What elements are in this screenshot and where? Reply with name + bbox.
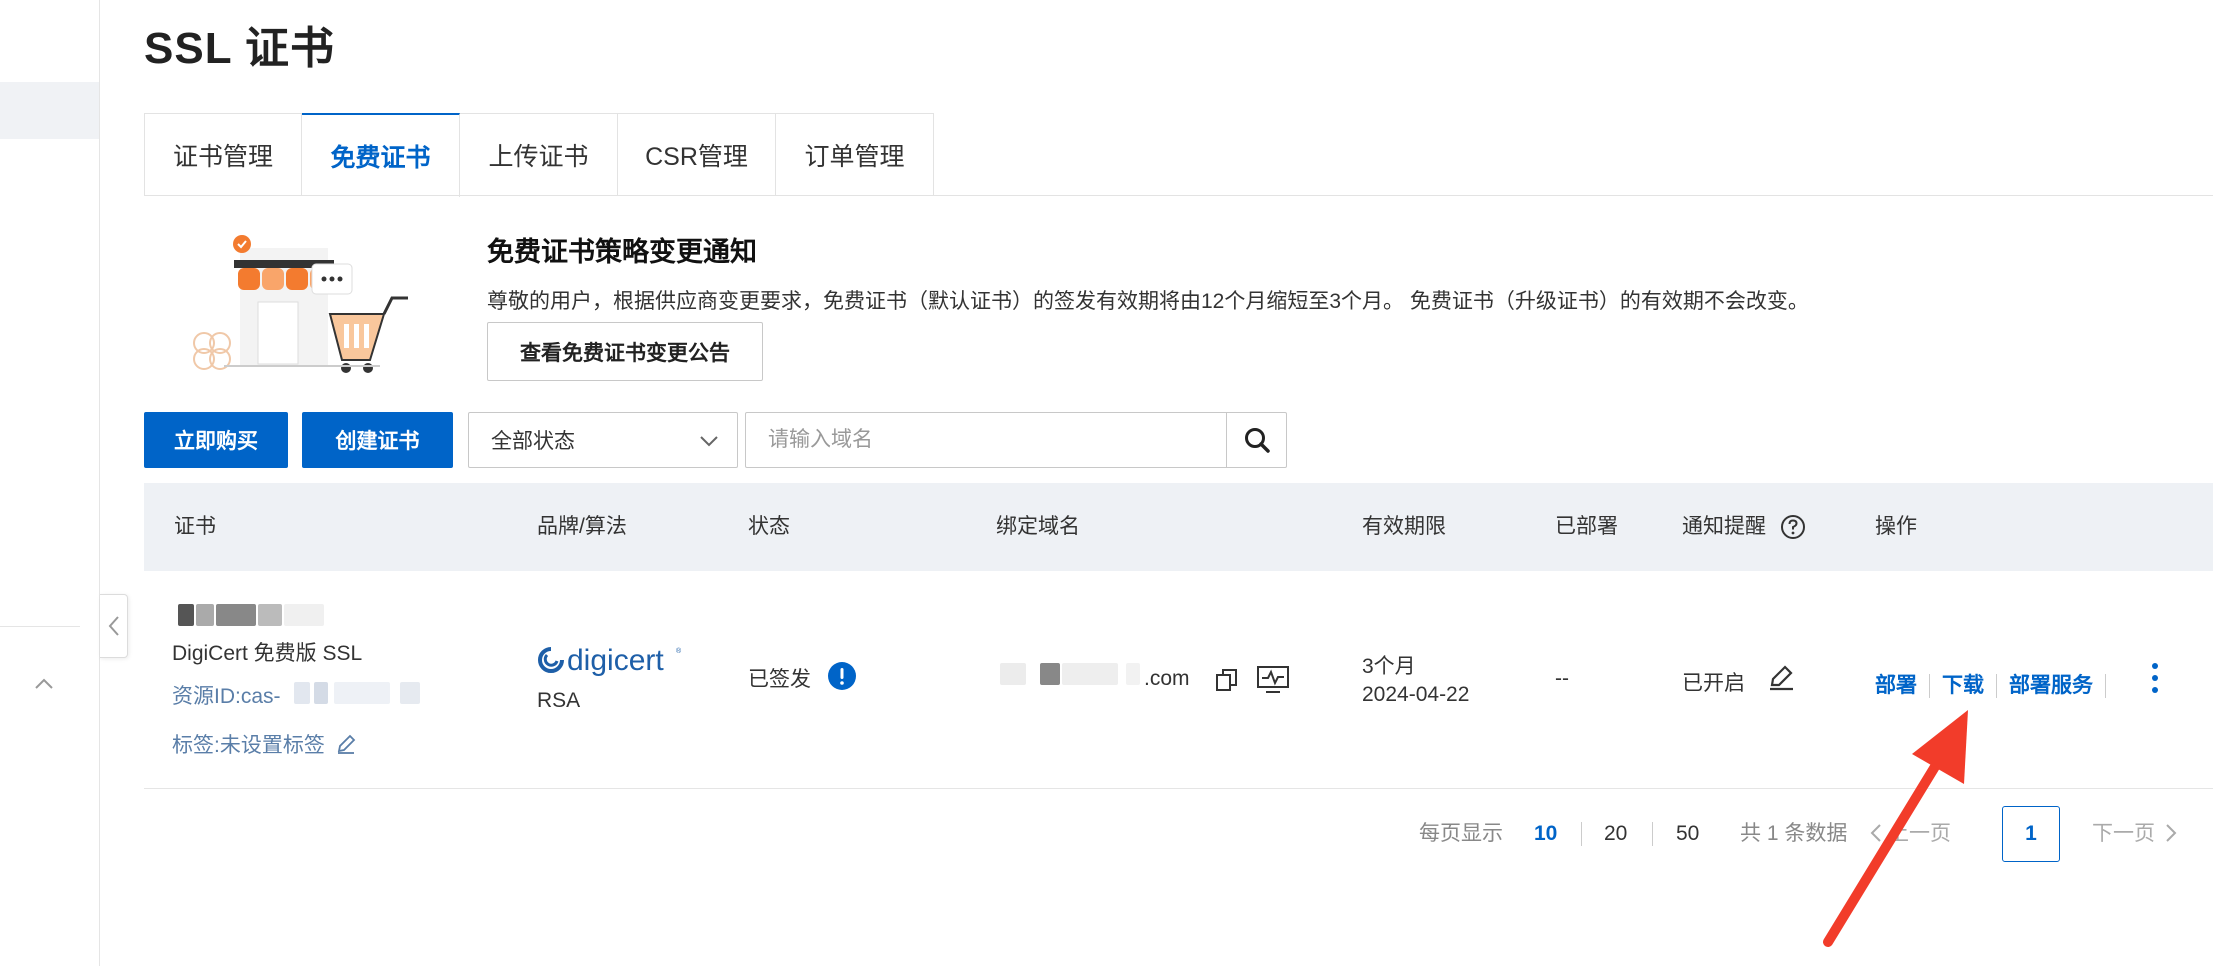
redacted-cert-name [258,604,282,626]
notify-status: 已开启 [1682,672,1745,695]
table-row: DigiCert 免费版 SSL 资源ID:cas- 标签:未设置标签 digi… [144,571,2213,789]
create-cert-button[interactable]: 创建证书 [302,412,453,468]
col-deployed: 已部署 [1555,515,1618,538]
status-select-value: 全部状态 [491,430,575,453]
next-page-button[interactable]: 下一页 [2092,806,2177,862]
notice-title: 免费证书策略变更通知 [487,237,757,267]
status-select[interactable]: 全部状态 [468,412,738,468]
redacted-resource-id [334,682,390,704]
redacted-cert-name [284,604,324,626]
tags-label: 标签:未设置标签 [172,734,325,757]
validity-period: 3个月 [1362,655,1416,678]
tab-upload-cert[interactable]: 上传证书 [460,113,618,196]
sidebar-divider [0,626,80,627]
tab-cert-management[interactable]: 证书管理 [144,113,302,196]
redacted-cert-name [178,604,194,626]
sidebar-collapse-button[interactable] [100,594,128,658]
status-label: 已签发 [748,668,811,691]
page-size-20[interactable]: 20 [1604,806,1627,862]
col-cert: 证书 [174,515,216,538]
total-count: 共 1 条数据 [1740,822,1848,845]
redacted-domain [1126,663,1140,685]
sidebar-selected-item[interactable] [0,82,99,139]
separator [2105,674,2106,699]
left-sidebar [0,0,100,966]
chevron-up-icon[interactable] [32,672,56,696]
info-icon[interactable] [827,661,857,696]
chevron-left-icon [1870,824,1881,842]
prev-page-button[interactable]: 上一页 [1870,806,1951,862]
col-actions: 操作 [1875,515,1917,538]
more-actions-icon[interactable] [2148,661,2162,700]
tab-bar: 证书管理 免费证书 上传证书 CSR管理 订单管理 [144,113,934,197]
tab-free-cert[interactable]: 免费证书 [302,113,460,197]
cert-type: DigiCert 免费版 SSL [172,642,363,665]
chevron-right-icon [2166,824,2177,842]
domain-suffix: .com [1144,667,1190,690]
search-input[interactable] [746,413,1226,467]
redacted-domain [1062,663,1118,685]
col-status: 状态 [748,515,790,538]
redacted-domain [1000,663,1026,685]
redacted-resource-id [294,682,310,704]
redacted-cert-name [196,604,214,626]
search-icon [1244,428,1270,453]
redacted-resource-id [400,682,420,704]
chevron-left-icon [108,616,119,636]
page-size-50[interactable]: 50 [1676,806,1699,862]
resource-id-label: 资源ID:cas- [172,685,281,708]
deploy-link[interactable]: 部署 [1875,674,1917,697]
tab-order-management[interactable]: 订单管理 [776,113,934,196]
tabs-underline [144,195,2213,196]
separator [1996,674,1997,699]
col-brand: 品牌/算法 [537,515,627,538]
divider [1581,822,1582,846]
chevron-down-icon [700,436,718,447]
digicert-logo: digicert ® [537,641,687,686]
redacted-domain [1040,663,1060,685]
search-button[interactable] [1226,413,1286,467]
tab-csr-management[interactable]: CSR管理 [618,113,776,196]
redacted-cert-name [216,604,256,626]
edit-icon[interactable] [1766,663,1796,698]
table-header: 证书 品牌/算法 状态 绑定域名 有效期限 已部署 通知提醒 操作 [144,483,2213,571]
copy-icon[interactable] [1214,667,1240,698]
shop-cart-illustration [193,235,408,373]
separator [1929,674,1930,699]
notice-text: 尊敬的用户，根据供应商变更要求，免费证书（默认证书）的签发有效期将由12个月缩短… [487,290,1809,313]
buy-now-button[interactable]: 立即购买 [144,412,288,468]
tags[interactable]: 标签:未设置标签 [172,729,357,759]
logo-wordmark: digicert [567,644,664,677]
view-announcement-button[interactable]: 查看免费证书变更公告 [487,322,763,381]
page-title: SSL 证书 [144,24,336,73]
algorithm: RSA [537,689,581,712]
expiry-date: 2024-04-22 [1362,683,1470,706]
svg-text:®: ® [676,647,682,655]
deploy-service-link[interactable]: 部署服务 [2009,674,2093,697]
current-page[interactable]: 1 [2002,806,2060,862]
divider [1652,822,1653,846]
resource-id[interactable]: 资源ID:cas- [172,680,281,710]
col-notify: 通知提醒 [1682,483,1806,571]
col-domain: 绑定域名 [996,515,1080,538]
download-link[interactable]: 下载 [1942,674,1984,697]
prev-page-label: 上一页 [1888,822,1951,845]
edit-icon[interactable] [335,733,357,755]
redacted-resource-id [314,682,328,704]
col-notify-label: 通知提醒 [1682,515,1766,538]
deployed-value: -- [1555,667,1569,690]
help-icon[interactable] [1780,514,1806,540]
col-validity: 有效期限 [1362,515,1446,538]
next-page-label: 下一页 [2092,822,2155,845]
monitor-icon[interactable] [1256,665,1290,700]
page-size-10[interactable]: 10 [1534,806,1557,862]
page-size-label: 每页显示 [1419,822,1503,845]
domain-search [745,412,1287,468]
action-links: 部署 下载 部署服务 [1875,669,2118,699]
